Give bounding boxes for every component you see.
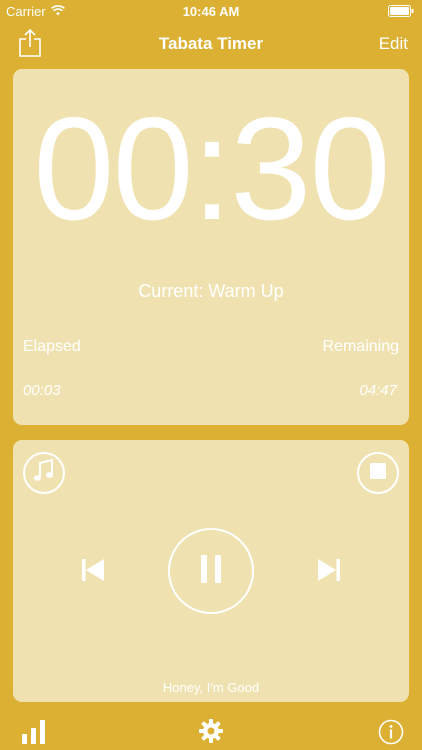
music-player-card: Honey, I'm Good bbox=[13, 440, 409, 702]
skip-previous-icon bbox=[81, 559, 105, 586]
music-button[interactable] bbox=[23, 452, 65, 494]
settings-button[interactable] bbox=[199, 719, 223, 748]
pause-icon bbox=[201, 554, 221, 588]
current-phase-label: Current: Warm Up bbox=[138, 281, 284, 301]
timer-card: 00:30 Current: Warm Up Elapsed Remaining… bbox=[13, 69, 409, 425]
remaining-label: Remaining bbox=[322, 338, 399, 355]
battery-icon bbox=[388, 5, 414, 20]
skip-next-icon bbox=[317, 559, 341, 586]
bottom-toolbar bbox=[0, 710, 422, 750]
edit-button[interactable]: Edit bbox=[379, 34, 408, 54]
page-title: Tabata Timer bbox=[158, 34, 264, 53]
gear-icon bbox=[199, 719, 223, 747]
timer-display: 00:30 bbox=[33, 87, 390, 250]
next-track-button[interactable] bbox=[317, 558, 341, 587]
status-bar: Carrier 10:46 AM bbox=[0, 0, 422, 22]
remaining-value: 04:47 bbox=[359, 382, 397, 399]
stats-button[interactable] bbox=[22, 720, 46, 749]
elapsed-label: Elapsed bbox=[23, 338, 81, 355]
previous-track-button[interactable] bbox=[81, 558, 105, 587]
song-title: Honey, I'm Good bbox=[162, 680, 260, 695]
info-icon bbox=[378, 719, 404, 749]
stop-icon bbox=[370, 462, 386, 484]
status-time: 10:46 AM bbox=[182, 4, 240, 19]
music-note-icon bbox=[33, 458, 55, 488]
bar-chart-icon bbox=[22, 720, 46, 748]
info-button[interactable] bbox=[378, 719, 404, 750]
pause-button[interactable] bbox=[168, 528, 254, 614]
navigation-bar: Tabata Timer Edit bbox=[0, 22, 422, 66]
elapsed-value: 00:03 bbox=[23, 382, 61, 399]
stop-button[interactable] bbox=[357, 452, 399, 494]
